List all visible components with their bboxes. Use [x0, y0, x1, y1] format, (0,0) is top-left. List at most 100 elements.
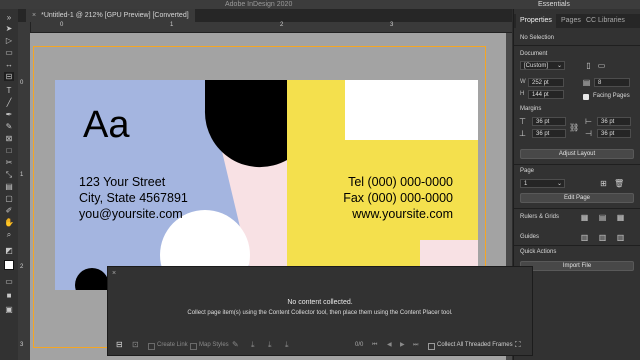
rectangle-tool-icon[interactable]: □ — [4, 146, 14, 155]
margin-top-field[interactable]: 36 pt — [532, 117, 566, 126]
default-colors-icon[interactable]: ◩ — [4, 246, 14, 255]
guides-lock-icon[interactable]: ▥ — [598, 233, 607, 242]
hand-tool-icon[interactable]: ✋ — [4, 218, 14, 227]
type-tool-icon[interactable]: T — [4, 86, 14, 95]
width-label: W — [520, 79, 526, 85]
portrait-orientation-icon[interactable]: ▯ — [584, 61, 593, 70]
fill-swatch-icon[interactable] — [4, 260, 14, 270]
margin-bottom-field[interactable]: 36 pt — [532, 129, 566, 138]
margin-top-icon: ⊤ — [519, 117, 526, 126]
pages-count-field[interactable]: 8 — [594, 78, 630, 87]
collector-footer: ⊟ ⊡ Create Link Map Styles ✎ ⤓ ⤓ ⤓ 0/0 ⏮… — [108, 335, 532, 355]
document-preset-select[interactable]: [Custom] ⌄ — [520, 61, 565, 70]
landscape-orientation-icon[interactable]: ▭ — [597, 61, 606, 70]
screen-mode-icon[interactable]: ▣ — [4, 305, 14, 314]
scissors-tool-icon[interactable]: ✂ — [4, 158, 14, 167]
delete-page-icon[interactable]: 🗑 — [614, 179, 624, 188]
height-label: H — [520, 91, 525, 97]
ruler-toggle-icon[interactable]: ▦ — [580, 213, 589, 222]
panel-close-icon[interactable]: × — [112, 270, 116, 277]
edit-map-styles-icon[interactable]: ✎ — [232, 340, 239, 350]
tab-properties[interactable]: Properties — [516, 14, 556, 28]
line-tool-icon[interactable]: ╱ — [4, 98, 14, 107]
close-tab-icon[interactable]: × — [32, 12, 36, 19]
document-tab-bar: × *Untitled-1 @ 212% [GPU Preview] [Conve… — [18, 9, 512, 22]
margin-left-field[interactable]: 36 pt — [597, 117, 631, 126]
document-tab[interactable]: × *Untitled-1 @ 212% [GPU Preview] [Conve… — [26, 9, 195, 22]
width-field[interactable]: 252 pt — [528, 78, 564, 87]
white-block-top — [345, 80, 478, 140]
tab-pages[interactable]: Pages — [561, 14, 581, 28]
collector-counter: 0/0 — [355, 342, 364, 348]
height-field[interactable]: 144 pt — [528, 90, 564, 99]
eyedropper-tool-icon[interactable]: ✐ — [4, 206, 14, 215]
apply-color-icon[interactable]: ■ — [4, 291, 14, 300]
previous-item-icon[interactable]: ◀ — [387, 340, 392, 350]
tab-cc-libraries[interactable]: CC Libraries — [586, 14, 625, 28]
adjust-layout-button[interactable]: Adjust Layout — [520, 149, 634, 159]
card-fax: Fax (000) 000-0000 — [343, 191, 453, 205]
page-select[interactable]: 1 ⌄ — [520, 179, 565, 188]
direct-selection-tool-icon[interactable]: ▷ — [4, 36, 14, 45]
zoom-tool-icon[interactable]: ⌕ — [4, 230, 14, 239]
card-email: you@yoursite.com — [79, 207, 183, 221]
ruler-tick-label: 2 — [280, 22, 284, 28]
collector-empty-title: No content collected. — [287, 299, 353, 306]
facing-pages-label: Facing Pages — [593, 93, 630, 99]
next-item-icon[interactable]: ▶ — [400, 340, 405, 350]
edit-page-button[interactable]: Edit Page — [520, 193, 634, 203]
place-and-load-icon[interactable]: ⤓ — [285, 340, 289, 350]
content-placer-icon[interactable]: ⊡ — [132, 340, 139, 350]
document-grid-icon[interactable]: ▦ — [616, 213, 625, 222]
app-title: Adobe InDesign 2020 — [225, 1, 293, 8]
import-file-button[interactable]: Import File — [520, 261, 634, 271]
first-item-icon[interactable]: ⏮ — [372, 340, 377, 350]
place-and-remove-icon[interactable]: ⤓ — [251, 340, 255, 350]
facing-pages-checkbox[interactable] — [583, 94, 589, 100]
title-bar: Adobe InDesign 2020 Essentials — [0, 0, 640, 9]
page-tool-icon[interactable]: ▭ — [4, 48, 14, 57]
pencil-tool-icon[interactable]: ✎ — [4, 122, 14, 131]
note-tool-icon[interactable]: ▢ — [4, 194, 14, 203]
content-collector-icon[interactable]: ⊟ — [116, 340, 123, 350]
workspace-switcher[interactable]: Essentials — [538, 0, 570, 9]
card-address-line2: City, State 4567891 — [79, 191, 188, 205]
collector-options-icon[interactable]: ⛶ — [515, 340, 521, 350]
margin-left-icon: ⊢ — [585, 117, 592, 126]
last-item-icon[interactable]: ⏭ — [413, 340, 418, 350]
card-address-line1: 123 Your Street — [79, 175, 166, 189]
collapse-icon[interactable]: » — [4, 13, 14, 22]
place-multiple-icon[interactable]: ⤓ — [268, 340, 272, 350]
ruler-tick-label: 0 — [60, 22, 64, 28]
baseline-grid-icon[interactable]: ▤ — [598, 213, 607, 222]
ruler-tick-label: 3 — [20, 342, 24, 348]
map-styles-label: Map Styles — [199, 342, 229, 348]
free-transform-tool-icon[interactable]: ⤡ — [4, 170, 14, 179]
chevron-down-icon: ⌄ — [556, 63, 562, 69]
create-link-label: Create Link — [157, 342, 188, 348]
content-collector-panel: × No content collected. Collect page ite… — [107, 266, 533, 356]
smart-guides-icon[interactable]: ▥ — [616, 233, 625, 242]
card-monogram: Aa — [83, 104, 130, 146]
preset-value: [Custom] — [524, 63, 549, 69]
create-link-checkbox[interactable] — [148, 343, 155, 350]
page-section-label: Page — [520, 168, 535, 174]
map-styles-checkbox[interactable] — [190, 343, 197, 350]
rectangle-frame-tool-icon[interactable]: ⊠ — [4, 134, 14, 143]
gap-tool-icon[interactable]: ↔ — [4, 60, 14, 69]
margin-right-field[interactable]: 36 pt — [597, 129, 631, 138]
no-selection-label: No Selection — [520, 35, 555, 41]
link-margins-icon[interactable]: ⛓ — [569, 123, 579, 132]
formatting-container-icon[interactable]: ▭ — [4, 277, 14, 286]
horizontal-ruler[interactable]: 0 1 2 3 — [30, 22, 512, 33]
business-card-page[interactable]: Aa 123 Your Street City, State 4567891 y… — [55, 80, 478, 290]
selection-tool-icon[interactable]: ➤ — [4, 24, 14, 33]
guides-show-icon[interactable]: ▥ — [580, 233, 589, 242]
collect-threaded-checkbox[interactable] — [428, 343, 435, 350]
quick-actions-label: Quick Actions — [520, 249, 557, 255]
content-collector-tool-icon[interactable]: ⊟ — [4, 72, 14, 81]
chevron-down-icon: ⌄ — [556, 181, 562, 187]
gradient-tool-icon[interactable]: ▤ — [4, 182, 14, 191]
pen-tool-icon[interactable]: ✒ — [4, 110, 14, 119]
add-page-icon[interactable]: ⊞ — [599, 179, 608, 188]
